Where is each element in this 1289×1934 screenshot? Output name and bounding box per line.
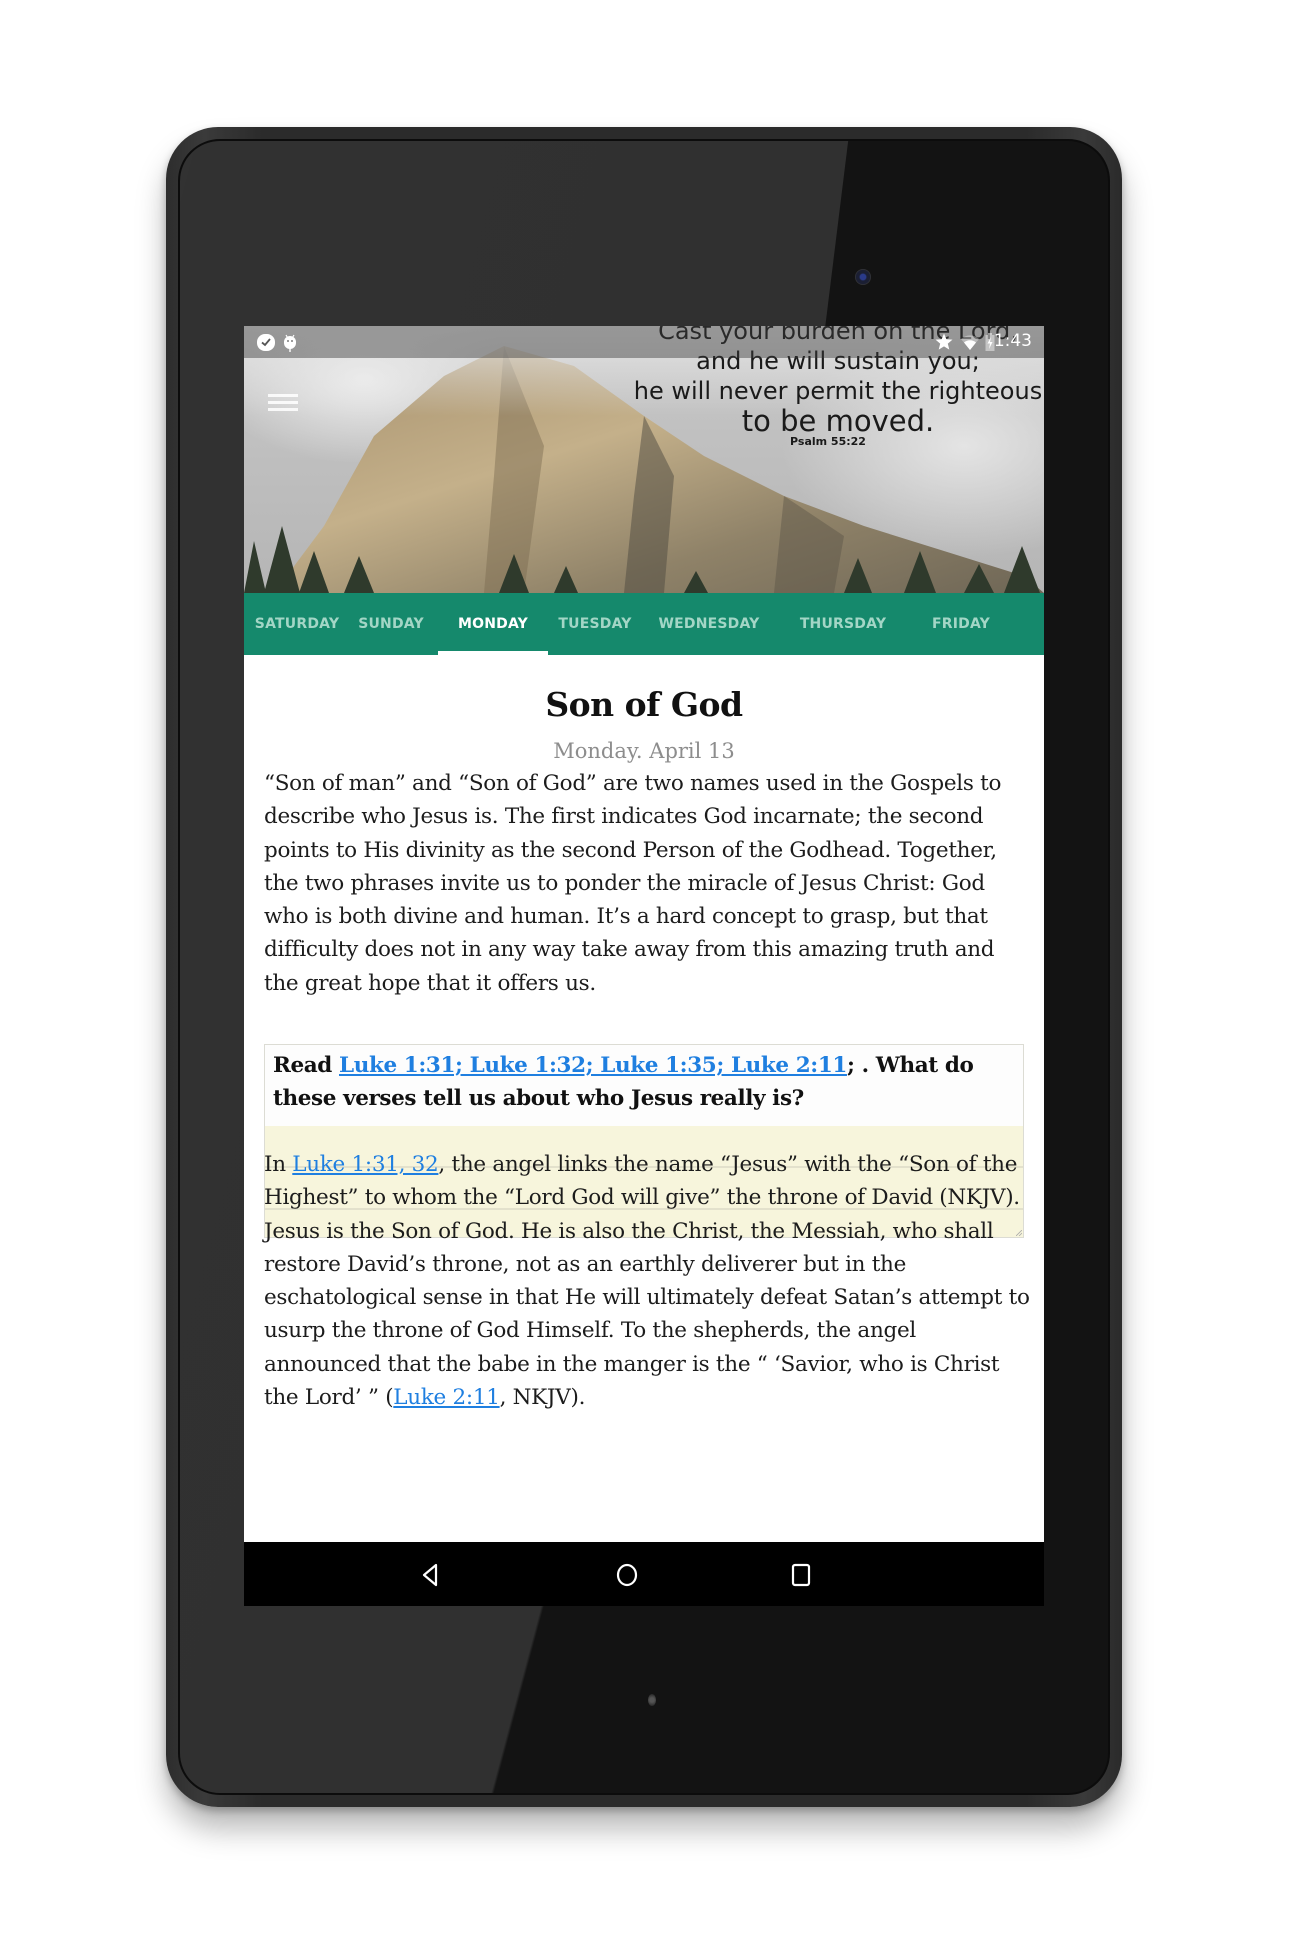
menu-bar <box>268 408 298 411</box>
body-text: , the angel links the name “Jesus” with … <box>264 1152 1030 1411</box>
question-text: Read Luke 1:31; Luke 1:32; Luke 1:35; Lu… <box>265 1045 1023 1127</box>
question-prefix: Read <box>273 1053 339 1078</box>
front-camera <box>855 269 871 285</box>
android-debug-icon <box>284 334 296 352</box>
tab-monday[interactable]: MONDAY <box>438 593 548 655</box>
tab-thursday[interactable]: THURSDAY <box>776 593 910 655</box>
scripture-link[interactable]: Luke 2:11 <box>393 1385 500 1410</box>
scripture-link[interactable]: Luke 1:31; Luke 1:32; Luke 1:35; Luke 2:… <box>339 1053 847 1078</box>
tab-saturday[interactable]: SATURDAY <box>244 593 350 655</box>
lesson-title: Son of God <box>545 685 743 724</box>
back-icon[interactable] <box>414 1558 448 1592</box>
body-paragraph: In Luke 1:31, 32, the angel links the na… <box>264 1148 1034 1414</box>
wifi-icon <box>961 335 979 350</box>
recents-icon[interactable] <box>784 1558 818 1592</box>
lesson-content: Son of God Monday. April 13 “Son of man”… <box>244 655 1044 1542</box>
tab-sunday[interactable]: SUNDAY <box>350 593 432 655</box>
verse-reference: Psalm 55:22 <box>790 435 866 448</box>
tab-wednesday[interactable]: WEDNESDAY <box>642 593 776 655</box>
verse-line: he will never permit the righteous <box>633 377 1043 405</box>
day-tabs: SATURDAY SUNDAY MONDAY TUESDAY WEDNESDAY… <box>244 593 1044 655</box>
header-image: Cast your burden on the Lord, and he wil… <box>244 326 1044 593</box>
tab-friday[interactable]: FRIDAY <box>910 593 1012 655</box>
home-icon[interactable] <box>610 1558 644 1592</box>
star-icon <box>935 333 953 350</box>
lesson-date: Monday. April 13 <box>553 739 735 763</box>
intro-paragraph: “Son of man” and “Son of God” are two na… <box>264 771 1002 996</box>
tab-tuesday[interactable]: TUESDAY <box>548 593 642 655</box>
status-time: 1:43 <box>993 331 1032 351</box>
menu-bar <box>268 394 298 397</box>
status-bar: 1:43 <box>244 326 1044 358</box>
check-badge-icon <box>257 334 275 351</box>
menu-bar <box>268 401 298 404</box>
device-screen: Cast your burden on the Lord, and he wil… <box>244 326 1044 1606</box>
body-text: , NKJV). <box>499 1385 586 1411</box>
navigation-bar <box>244 1542 1044 1606</box>
hamburger-menu-icon[interactable] <box>268 394 298 412</box>
body-text: In <box>264 1152 293 1177</box>
scripture-link[interactable]: Luke 1:31, 32 <box>292 1152 438 1177</box>
verse-line: to be moved. <box>741 404 935 438</box>
bottom-sensor <box>648 1694 656 1706</box>
